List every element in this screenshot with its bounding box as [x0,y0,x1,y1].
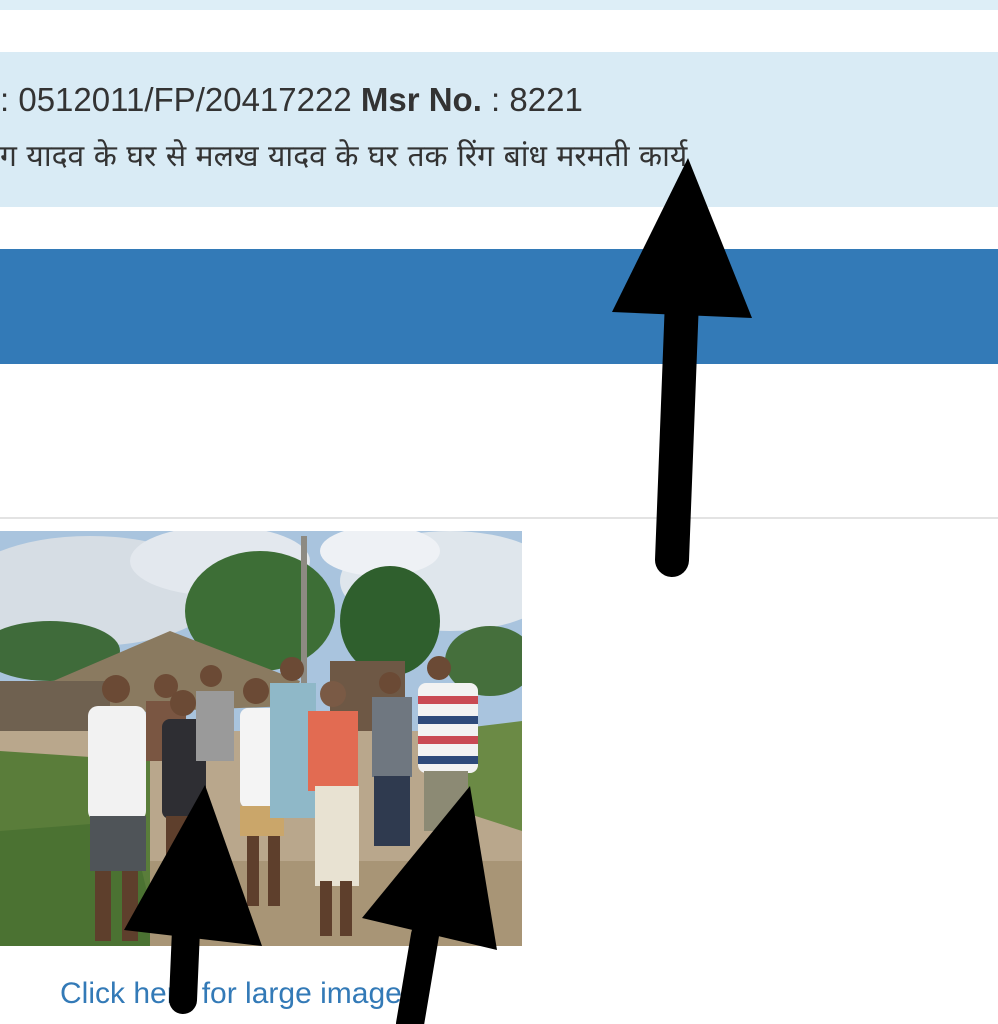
site-photo[interactable] [0,531,522,946]
msr-value: : 8221 [481,81,583,118]
top-strip [0,0,998,10]
work-code: : 0512011/FP/20417222 [0,81,361,118]
site-photo-image [0,531,522,946]
work-name: ग यादव के घर से मलख यादव के घर तक रिंग ब… [0,139,688,174]
section-header-bar [0,249,998,364]
work-info-panel: : 0512011/FP/20417222 Msr No. : 8221 ग य… [0,52,998,207]
msr-label: Msr No. [360,81,482,118]
work-code-line: : 0512011/FP/20417222 Msr No. : 8221 [0,80,583,120]
divider [0,517,998,519]
large-image-link[interactable]: Click here for large image [60,976,402,1012]
